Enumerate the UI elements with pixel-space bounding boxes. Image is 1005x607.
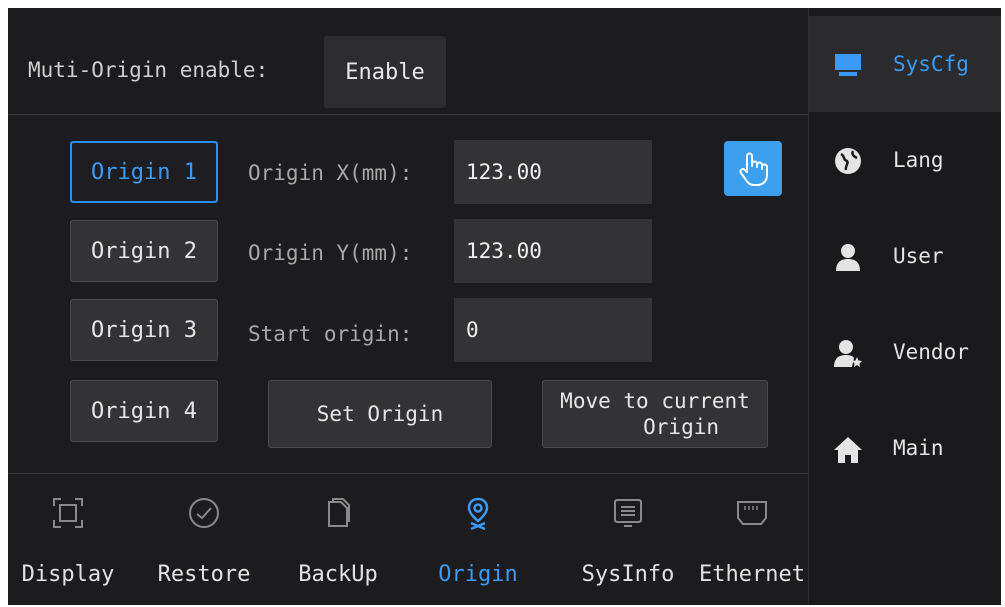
location-icon (467, 497, 489, 530)
tab-origin[interactable]: Origin (418, 486, 538, 596)
origin-1-button[interactable]: Origin 1 (70, 141, 218, 203)
tab-display-label: Display (21, 562, 115, 587)
sysinfo-icon (614, 499, 642, 527)
origin-3-button[interactable]: Origin 3 (70, 299, 218, 361)
display-icon (53, 498, 83, 528)
tab-origin-label: Origin (438, 562, 518, 587)
tab-restore-label: Restore (157, 562, 251, 587)
tab-backup[interactable]: BackUp (278, 486, 398, 596)
start-origin-field[interactable]: 0 (454, 298, 652, 362)
set-origin-button[interactable]: Set Origin (268, 380, 492, 448)
tab-restore[interactable]: Restore (144, 486, 264, 596)
tab-ethernet[interactable]: Ethernet (692, 486, 812, 596)
sidebar-item-lang[interactable]: Lang (809, 112, 1001, 208)
origin-y-field[interactable]: 123.00 (454, 219, 652, 283)
copy-icon (328, 498, 350, 527)
sidebar-item-vendor-label: Vendor (893, 340, 969, 364)
origin-x-field[interactable]: 123.00 (454, 140, 652, 204)
user-icon (836, 244, 860, 271)
tab-ethernet-label: Ethernet (699, 562, 805, 587)
origin-y-label: Origin Y(mm): (248, 241, 413, 265)
sidebar-item-syscfg[interactable]: SysCfg (809, 16, 1001, 112)
tab-sysinfo[interactable]: SysInfo (568, 486, 688, 596)
sidebar-item-user[interactable]: User (809, 208, 1001, 304)
ethernet-icon (737, 501, 767, 525)
sidebar-item-vendor[interactable]: Vendor (809, 304, 1001, 400)
multi-origin-label: Muti-Origin enable: (28, 58, 269, 82)
tab-sysinfo-label: SysInfo (581, 562, 675, 587)
sidebar-item-main[interactable]: Main (809, 400, 1001, 496)
enable-button[interactable]: Enable (324, 36, 446, 108)
screen: Muti-Origin enable: Enable Origin 1 Orig… (8, 8, 1001, 605)
move-to-current-origin-button[interactable]: Move to current Origin (542, 380, 768, 448)
origin-x-label: Origin X(mm): (248, 161, 413, 185)
home-icon (834, 437, 862, 463)
vendor-icon (834, 340, 862, 367)
sidebar: SysCfg Lang User Vendor Main (808, 8, 1001, 605)
start-origin-label: Start origin: (248, 322, 413, 346)
sidebar-item-main-label: Main (893, 436, 944, 460)
origin-2-button[interactable]: Origin 2 (70, 220, 218, 282)
header: Muti-Origin enable: Enable (8, 8, 808, 115)
hand-pointer-icon (739, 152, 768, 186)
hand-pointer-button[interactable] (724, 141, 782, 196)
sidebar-item-user-label: User (893, 244, 944, 268)
move-to-current-line1: Move to current (560, 389, 750, 413)
clock-icon (189, 498, 219, 528)
divider (8, 473, 808, 474)
sidebar-item-lang-label: Lang (893, 148, 944, 172)
move-to-current-line2: Origin (643, 415, 719, 439)
sidebar-item-syscfg-label: SysCfg (893, 52, 969, 76)
tab-display[interactable]: Display (8, 486, 128, 596)
origin-4-button[interactable]: Origin 4 (70, 380, 218, 442)
monitor-icon (835, 54, 861, 76)
tab-backup-label: BackUp (298, 562, 378, 587)
globe-icon (835, 148, 861, 174)
